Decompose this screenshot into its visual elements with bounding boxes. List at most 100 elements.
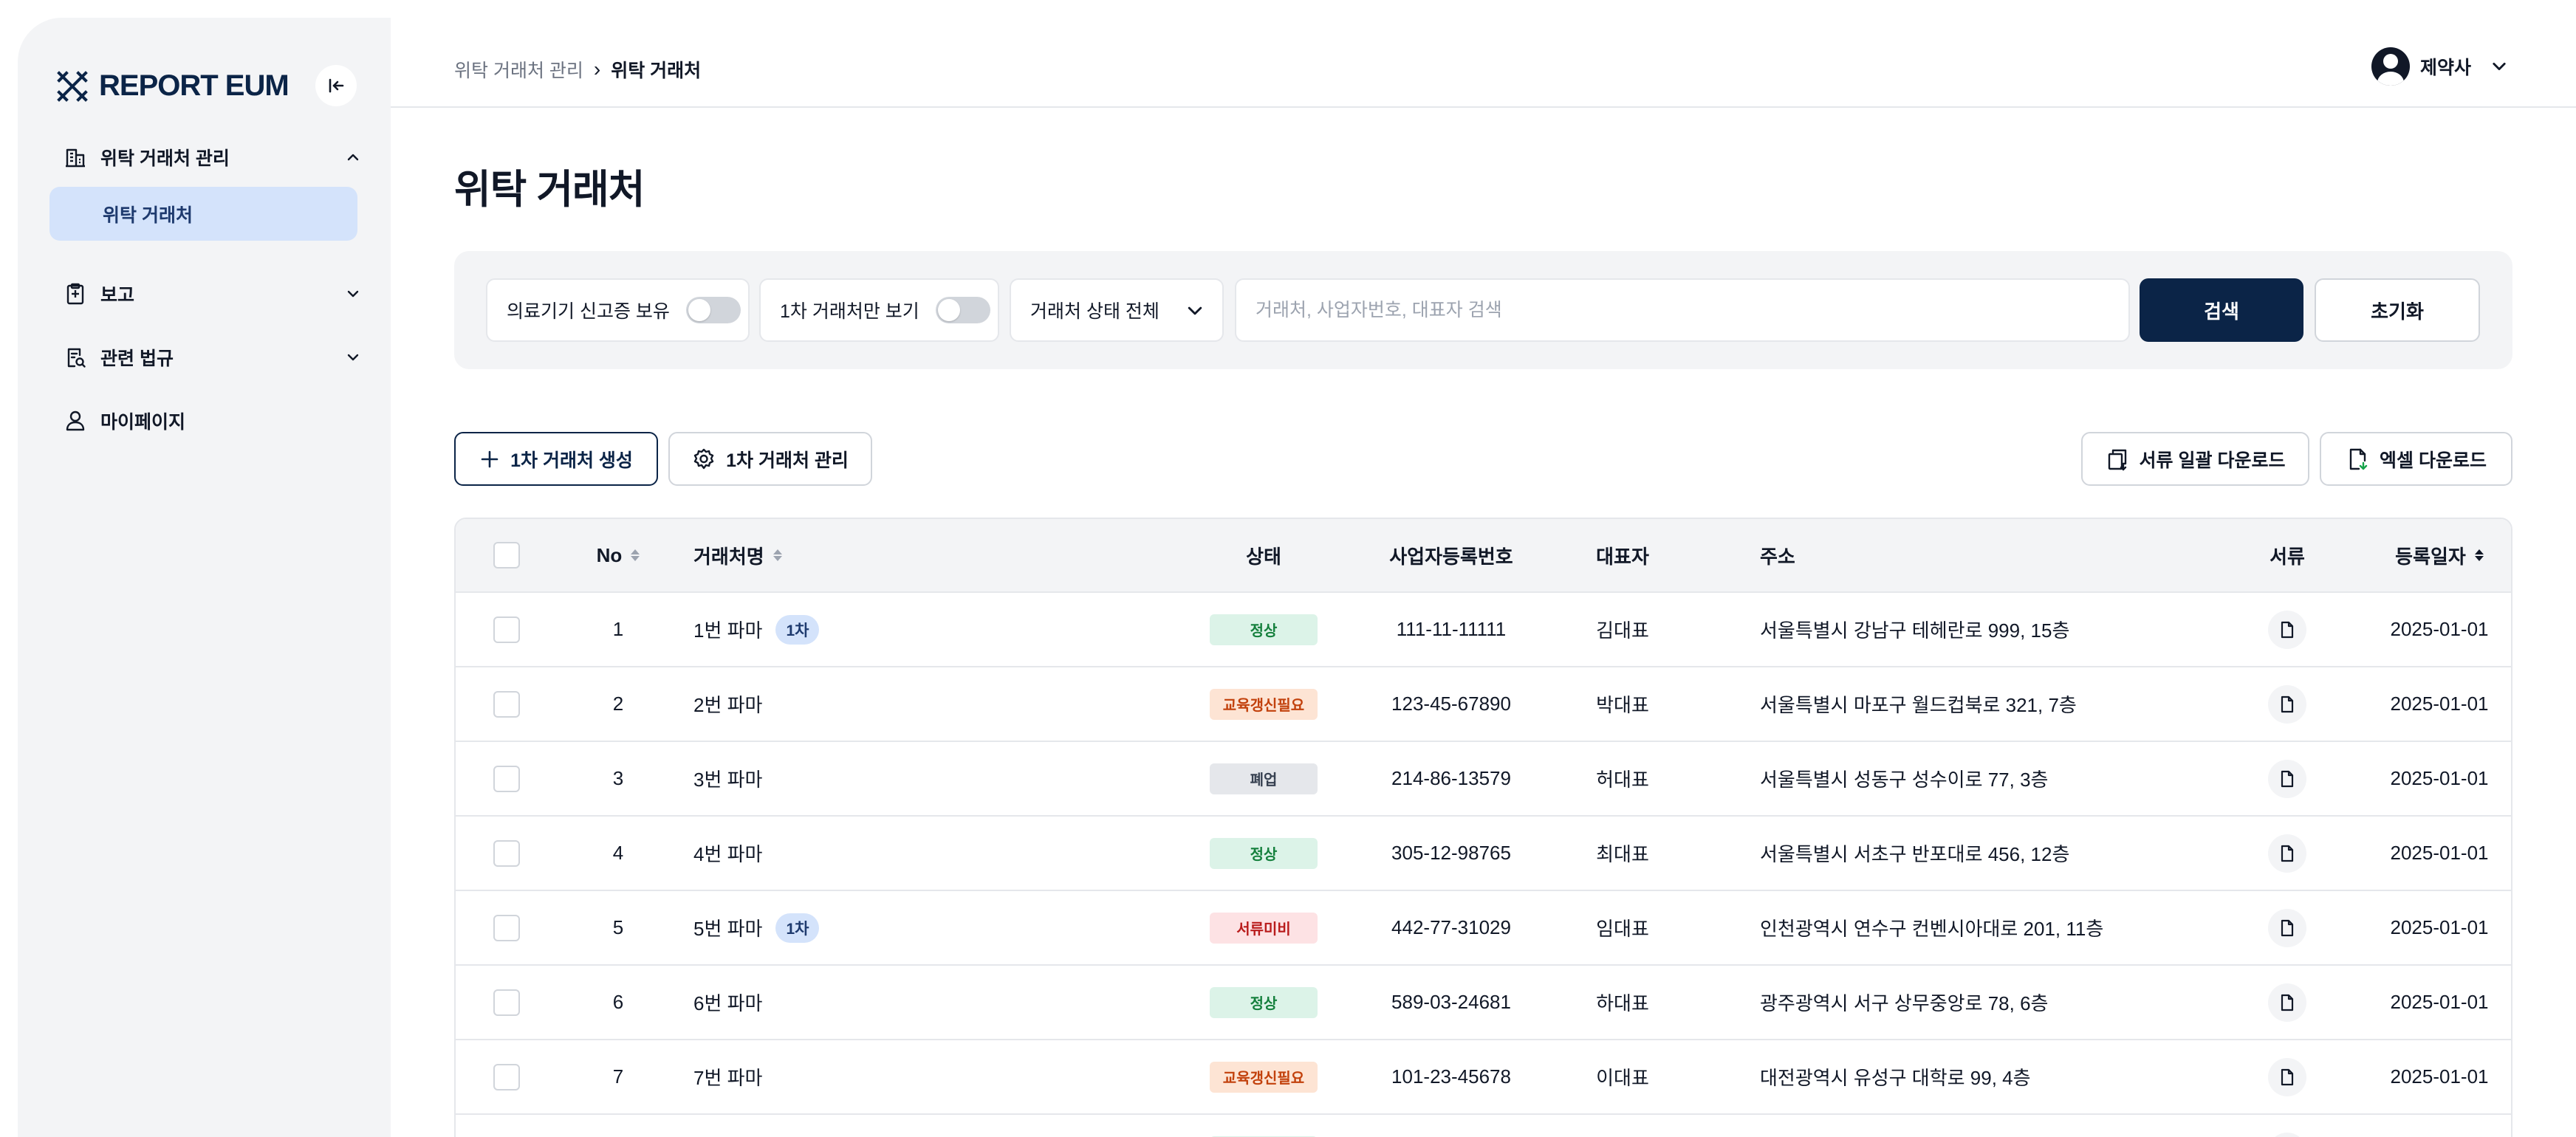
row-date bbox=[2358, 1115, 2511, 1137]
row-checkbox[interactable] bbox=[493, 914, 520, 941]
chevron-down-icon bbox=[341, 346, 365, 369]
sidebar-item-report[interactable]: 보고 bbox=[61, 273, 371, 315]
document-button[interactable] bbox=[2268, 610, 2306, 649]
status-badge: 정상 bbox=[1210, 837, 1318, 869]
row-no: 3 bbox=[612, 767, 624, 789]
document-button[interactable] bbox=[2268, 983, 2306, 1022]
partner-name[interactable]: 4번 파마 bbox=[693, 839, 762, 867]
sort-icon[interactable] bbox=[773, 549, 782, 561]
chevron-down-icon bbox=[1188, 306, 1202, 315]
column-label: 거래처명 bbox=[693, 545, 764, 568]
row-ceo: 임대표 bbox=[1596, 918, 1649, 940]
document-button[interactable] bbox=[2268, 1057, 2306, 1096]
row-ceo: 최대표 bbox=[1596, 843, 1649, 865]
document-icon bbox=[2281, 621, 2294, 638]
bulk-download-button[interactable]: 서류 일괄 다운로드 bbox=[2081, 432, 2309, 486]
sort-icon[interactable] bbox=[2474, 549, 2484, 561]
row-select-cell bbox=[480, 593, 533, 666]
document-button[interactable] bbox=[2268, 1132, 2306, 1137]
column-header-name[interactable]: 거래처명 bbox=[693, 519, 915, 591]
document-button[interactable] bbox=[2268, 908, 2306, 947]
building-icon bbox=[61, 142, 90, 172]
avatar bbox=[2371, 47, 2410, 86]
status-select[interactable]: 거래처 상태 전체 bbox=[1010, 278, 1224, 342]
sidebar-item-partner-management[interactable]: 위탁 거래처 관리 bbox=[61, 137, 371, 178]
button-label: 1차 거래처 생성 bbox=[510, 450, 633, 471]
document-icon bbox=[2281, 695, 2294, 712]
row-ceo: 김대표 bbox=[1596, 619, 1649, 642]
row-no: 4 bbox=[612, 842, 624, 864]
breadcrumb-current: 위탁 거래처 bbox=[611, 61, 702, 81]
logo[interactable]: REPORT EUM bbox=[56, 69, 290, 103]
status-select-value: 거래처 상태 전체 bbox=[1030, 301, 1159, 322]
row-checkbox[interactable] bbox=[493, 1063, 520, 1090]
column-label: 등록일자 bbox=[2395, 545, 2466, 568]
partners-table: No 거래처명 상태 사업자등록번호 대표자 주소 서류 등록일자 1 1번 파마… bbox=[454, 518, 2512, 1137]
row-ceo: 허대표 bbox=[1596, 769, 1649, 791]
chevron-up-icon bbox=[341, 145, 365, 169]
row-no: 5 bbox=[612, 916, 624, 938]
search-button[interactable]: 검색 bbox=[2140, 278, 2303, 342]
table-row[interactable]: 3 3번 파마 폐업 214-86-13579 허대표 서울특별시 성동구 성수이로 77… bbox=[456, 742, 2511, 817]
row-no: 2 bbox=[612, 693, 624, 715]
document-button[interactable] bbox=[2268, 759, 2306, 798]
row-checkbox[interactable] bbox=[493, 616, 520, 643]
partner-name[interactable]: 6번 파마 bbox=[693, 989, 762, 1016]
sidebar-collapse-button[interactable] bbox=[315, 65, 357, 106]
chevron-down-icon bbox=[2493, 62, 2506, 71]
row-select-cell bbox=[480, 817, 533, 890]
filter-label: 의료기기 신고증 보유 bbox=[507, 301, 670, 322]
table-row[interactable]: 2 2번 파마 교육갱신필요 123-45-67890 박대표 서울특별시 마포구 월드컵… bbox=[456, 667, 2511, 742]
partner-name[interactable]: 3번 파마 bbox=[693, 765, 762, 792]
search-input[interactable] bbox=[1235, 278, 2130, 342]
device-license-filter[interactable]: 의료기기 신고증 보유 bbox=[486, 278, 750, 342]
row-checkbox[interactable] bbox=[493, 765, 520, 792]
document-button[interactable] bbox=[2268, 684, 2306, 724]
row-docs-cell bbox=[2243, 1115, 2332, 1137]
partner-name[interactable]: 1번 파마 bbox=[693, 616, 762, 643]
table-row[interactable]: 4 4번 파마 정상 305-12-98765 최대표 서울특별시 서초구 반포대로 45… bbox=[456, 817, 2511, 891]
table-row[interactable]: 6 6번 파마 정상 589-03-24681 하대표 광주광역시 서구 상무중앙로 78… bbox=[456, 966, 2511, 1040]
document-button[interactable] bbox=[2268, 834, 2306, 873]
status-badge: 폐업 bbox=[1210, 763, 1318, 794]
table-row[interactable]: 7 7번 파마 교육갱신필요 101-23-45678 이대표 대전광역시 유성구 대학로… bbox=[456, 1040, 2511, 1115]
partner-name[interactable]: 5번 파마 bbox=[693, 914, 762, 941]
row-select-cell bbox=[480, 966, 533, 1039]
sidebar-item-regulations[interactable]: 관련 법규 bbox=[61, 337, 371, 378]
select-all-checkbox[interactable] bbox=[493, 542, 520, 568]
first-only-toggle[interactable] bbox=[935, 297, 990, 323]
create-first-partner-button[interactable]: 1차 거래처 생성 bbox=[454, 432, 658, 486]
excel-download-button[interactable]: 엑셀 다운로드 bbox=[2320, 432, 2512, 486]
table-row[interactable]: 5 5번 파마 1차 서류미비 442-77-31029 임대표 인천광역시 연수구 컨벤시… bbox=[456, 891, 2511, 966]
device-license-toggle[interactable] bbox=[685, 297, 741, 323]
brand-name: REPORT EUM bbox=[99, 69, 290, 102]
row-name-cell: 7번 파마 bbox=[693, 1040, 989, 1113]
sidebar-item-mypage[interactable]: 마이페이지 bbox=[61, 400, 371, 442]
reset-button[interactable]: 초기화 bbox=[2315, 278, 2480, 342]
column-header-no[interactable]: No bbox=[559, 519, 677, 591]
column-header-date[interactable]: 등록일자 bbox=[2358, 519, 2511, 591]
top-bar: 위탁 거래처 관리 › 위탁 거래처 제약사 bbox=[391, 0, 2576, 108]
row-docs-cell bbox=[2243, 667, 2332, 741]
sort-icon[interactable] bbox=[631, 549, 640, 561]
row-checkbox[interactable] bbox=[493, 690, 520, 718]
table-row[interactable] bbox=[456, 1115, 2511, 1137]
button-label: 1차 거래처 관리 bbox=[726, 450, 849, 471]
row-date: 2025-01-01 bbox=[2390, 842, 2489, 864]
button-label: 서류 일괄 다운로드 bbox=[2139, 450, 2286, 471]
first-only-filter[interactable]: 1차 거래처만 보기 bbox=[759, 278, 999, 342]
chevron-down-icon bbox=[341, 282, 365, 306]
row-ceo: 이대표 bbox=[1596, 1067, 1649, 1089]
row-checkbox[interactable] bbox=[493, 839, 520, 867]
breadcrumb-item[interactable]: 위탁 거래처 관리 bbox=[454, 56, 583, 83]
row-docs-cell bbox=[2243, 817, 2332, 890]
sidebar-subitem-partners[interactable]: 위탁 거래처 bbox=[49, 187, 357, 241]
row-address: 대전광역시 유성구 대학로 99, 4층 bbox=[1760, 1067, 2031, 1089]
partner-name[interactable]: 2번 파마 bbox=[693, 690, 762, 718]
status-badge: 교육갱신필요 bbox=[1210, 1061, 1318, 1093]
partner-name[interactable]: 7번 파마 bbox=[693, 1063, 762, 1090]
manage-first-partner-button[interactable]: 1차 거래처 관리 bbox=[668, 432, 872, 486]
user-menu[interactable]: 제약사 bbox=[2371, 47, 2508, 86]
row-checkbox[interactable] bbox=[493, 989, 520, 1016]
table-row[interactable]: 1 1번 파마 1차 정상 111-11-11111 김대표 서울특별시 강남구 테헤란로 … bbox=[456, 593, 2511, 667]
